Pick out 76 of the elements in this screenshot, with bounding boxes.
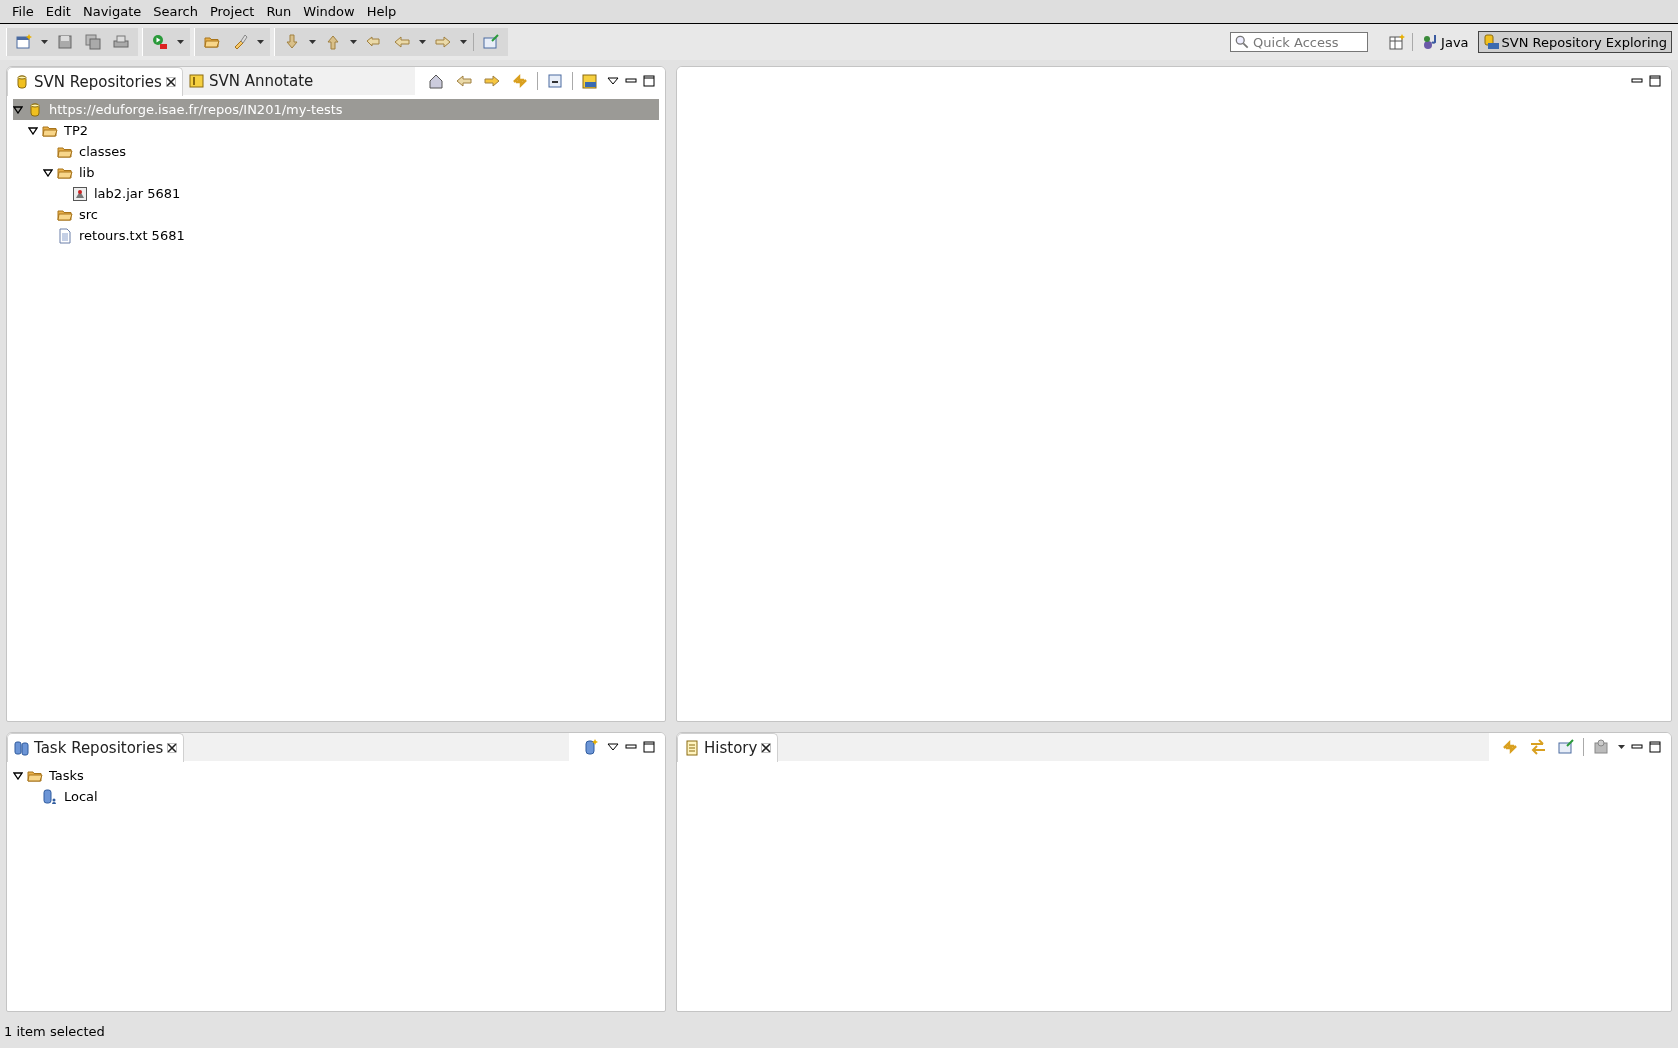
minimize-icon[interactable] — [1631, 78, 1643, 84]
text-file-icon — [57, 227, 73, 244]
new-window-icon[interactable] — [16, 34, 32, 50]
open-perspective-icon[interactable] — [1389, 34, 1406, 50]
save-icon[interactable] — [57, 34, 73, 50]
brush-icon[interactable] — [232, 34, 248, 50]
minimize-icon[interactable] — [625, 78, 637, 84]
menu-item[interactable]: Project — [203, 4, 261, 19]
close-icon[interactable] — [165, 76, 176, 87]
minimize-icon[interactable] — [1631, 744, 1643, 750]
perspective-button[interactable]: Java — [1417, 31, 1474, 53]
view-tab[interactable]: SVN Repositories — [7, 67, 183, 96]
menu-item[interactable]: Navigate — [76, 4, 148, 19]
minimize-icon[interactable] — [625, 744, 637, 750]
status-message: 1 item selected — [4, 1023, 105, 1039]
menu-item[interactable]: File — [6, 4, 40, 19]
pin-window-icon[interactable] — [483, 34, 499, 50]
tree-row[interactable]: lab2.jar 5681 — [13, 183, 659, 204]
print-icon[interactable] — [113, 34, 129, 50]
history-icon — [684, 739, 700, 756]
collapse-all-icon[interactable] — [547, 73, 563, 89]
view-tab[interactable]: Task Repositories — [7, 733, 185, 762]
repositories-icon — [14, 73, 30, 90]
menu-item[interactable]: Run — [260, 4, 298, 19]
back-arrow-icon[interactable] — [456, 73, 472, 89]
maximize-icon[interactable] — [1649, 741, 1661, 753]
pin-window-icon[interactable] — [1558, 739, 1574, 755]
menu-item[interactable]: Edit — [39, 4, 77, 19]
expanded-arrow-icon[interactable] — [13, 771, 23, 780]
database-icon — [42, 788, 58, 805]
menu-item[interactable]: Help — [360, 4, 403, 19]
tree-row[interactable]: retours.txt 5681 — [13, 225, 659, 246]
tree-row[interactable]: Tasks — [13, 765, 659, 786]
menu-item[interactable]: Window — [297, 4, 361, 19]
tree-row[interactable]: lib — [13, 162, 659, 183]
task-repositories-icon — [14, 739, 30, 756]
menu-item[interactable]: Search — [147, 4, 204, 19]
tree-row[interactable]: TP2 — [13, 120, 659, 141]
open-folder-icon[interactable] — [204, 34, 220, 50]
maximize-icon[interactable] — [1649, 75, 1661, 87]
quick-access-field[interactable]: Quick Access — [1230, 32, 1369, 52]
dropdown-caret-icon[interactable] — [419, 40, 426, 44]
dropdown-caret-icon[interactable] — [350, 40, 357, 44]
perspective-button[interactable]: SVN Repository Exploring — [1477, 31, 1672, 53]
run-icon[interactable] — [152, 34, 168, 50]
search-icon — [1235, 35, 1250, 49]
view-menu-icon[interactable] — [607, 743, 619, 751]
expanded-arrow-icon[interactable] — [43, 168, 53, 177]
svn-repository-icon — [1482, 34, 1499, 50]
view-tab[interactable]: SVN Annotate — [182, 67, 320, 95]
expanded-arrow-icon[interactable] — [28, 126, 38, 135]
forward-arrow-icon[interactable] — [484, 73, 500, 89]
view-tab[interactable]: History — [677, 733, 779, 762]
java-perspective-icon — [1422, 34, 1439, 50]
jar-icon — [72, 185, 88, 202]
expanded-arrow-icon[interactable] — [13, 105, 23, 114]
dropdown-caret-icon[interactable] — [1618, 745, 1625, 749]
tree-row[interactable]: classes — [13, 141, 659, 162]
dropdown-caret-icon[interactable] — [177, 40, 184, 44]
add-repository-icon[interactable] — [582, 739, 598, 755]
tree-row[interactable]: src — [13, 204, 659, 225]
home-icon[interactable] — [428, 73, 444, 89]
dropdown-caret-icon[interactable] — [257, 40, 264, 44]
view-menu-icon[interactable] — [607, 77, 619, 85]
new-repository-icon[interactable] — [582, 73, 598, 89]
save-all-icon[interactable] — [85, 34, 101, 50]
maximize-icon[interactable] — [643, 741, 655, 753]
dropdown-caret-icon[interactable] — [309, 40, 316, 44]
close-icon[interactable] — [167, 742, 178, 753]
close-icon[interactable] — [761, 742, 772, 753]
dropdown-caret-icon[interactable] — [460, 40, 467, 44]
repository-icon — [27, 101, 43, 118]
annotate-icon — [188, 73, 205, 89]
maximize-icon[interactable] — [643, 75, 655, 87]
tree-row[interactable]: Local — [13, 786, 659, 807]
dropdown-caret-icon[interactable] — [41, 40, 48, 44]
